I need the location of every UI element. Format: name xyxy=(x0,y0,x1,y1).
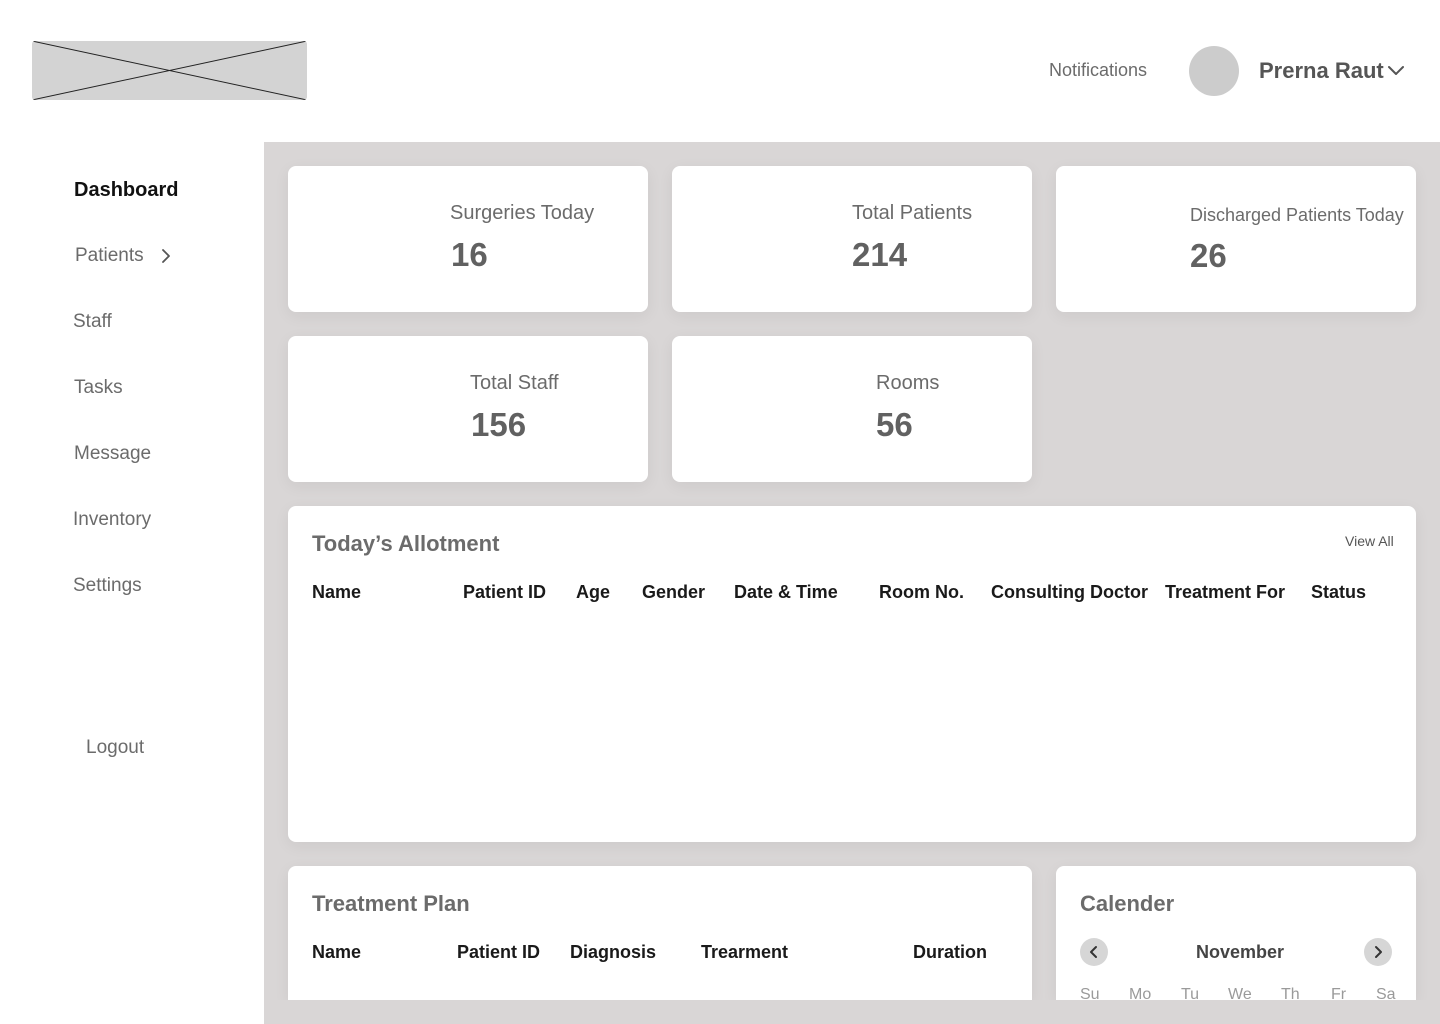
weekday-label: Mo xyxy=(1129,986,1152,1000)
image-placeholder-icon xyxy=(32,41,307,100)
column-header-age[interactable]: Age xyxy=(576,582,610,603)
avatar[interactable] xyxy=(1189,46,1239,96)
sidebar-item-inventory[interactable]: Inventory xyxy=(73,509,151,531)
weekday-label: Th xyxy=(1281,986,1300,1000)
weekday-label: Sa xyxy=(1376,986,1396,1000)
stat-card-discharged[interactable]: Discharged Patients Today 26 xyxy=(1056,166,1416,312)
treatment-plan-title: Treatment Plan xyxy=(312,891,470,916)
chevron-down-icon[interactable] xyxy=(1386,62,1406,78)
bottom-edge xyxy=(264,1000,1440,1024)
stat-value: 16 xyxy=(451,236,488,273)
column-header-patient-id[interactable]: Patient ID xyxy=(457,942,540,963)
stat-label: Discharged Patients Today xyxy=(1190,205,1404,225)
stat-value: 156 xyxy=(471,406,527,443)
column-header-duration[interactable]: Duration xyxy=(913,942,987,963)
stat-label: Total Staff xyxy=(470,372,559,394)
weekday-label: Tu xyxy=(1181,986,1200,1000)
next-month-button[interactable] xyxy=(1364,938,1392,966)
logo-placeholder-image[interactable] xyxy=(32,41,307,100)
sidebar-item-tasks[interactable]: Tasks xyxy=(74,377,123,399)
column-header-gender[interactable]: Gender xyxy=(642,582,705,603)
previous-month-button[interactable] xyxy=(1080,938,1108,966)
weekday-label: Su xyxy=(1080,986,1100,1000)
column-header-status[interactable]: Status xyxy=(1311,582,1366,603)
main-content: Surgeries Today 16 Total Patients 214 Di… xyxy=(264,142,1440,1024)
weekday-label: Fr xyxy=(1331,986,1347,1000)
chevron-left-icon xyxy=(1090,946,1097,958)
user-name[interactable]: Prerna Raut xyxy=(1259,58,1384,84)
stat-label: Rooms xyxy=(876,372,940,394)
treatment-plan-panel: Treatment Plan Name Patient ID Diagnosis… xyxy=(288,866,1032,1000)
calendar-month: November xyxy=(1196,942,1285,962)
stat-value: 214 xyxy=(852,236,908,273)
stat-value: 56 xyxy=(876,406,913,443)
sidebar-item-staff[interactable]: Staff xyxy=(73,311,112,333)
column-header-name[interactable]: Name xyxy=(312,582,361,603)
column-header-diagnosis[interactable]: Diagnosis xyxy=(570,942,656,963)
column-header-name[interactable]: Name xyxy=(312,942,361,963)
stat-value: 26 xyxy=(1190,237,1227,274)
chevron-right-icon xyxy=(1375,946,1382,958)
sidebar-item-message[interactable]: Message xyxy=(74,443,151,465)
allotment-title: Today’s Allotment xyxy=(312,531,500,556)
allotment-panel: Today’s Allotment View All Name Patient … xyxy=(288,506,1416,842)
calendar-panel: Calender November Su Mo Tu We Th Fr Sa xyxy=(1056,866,1416,1000)
column-header-date-time[interactable]: Date & Time xyxy=(734,582,838,603)
column-header-consulting-doctor[interactable]: Consulting Doctor xyxy=(991,582,1148,603)
column-header-treatment-for[interactable]: Treatment For xyxy=(1165,582,1285,603)
calendar-title: Calender xyxy=(1080,891,1175,916)
weekday-label: We xyxy=(1228,986,1252,1000)
stat-card-total-patients[interactable]: Total Patients 214 xyxy=(672,166,1032,312)
notifications-link[interactable]: Notifications xyxy=(1049,60,1147,81)
column-header-patient-id[interactable]: Patient ID xyxy=(463,582,546,603)
sidebar-item-dashboard[interactable]: Dashboard xyxy=(74,179,178,202)
view-all-link[interactable]: View All xyxy=(1345,533,1394,549)
chevron-right-icon[interactable] xyxy=(160,248,172,264)
stat-card-total-staff[interactable]: Total Staff 156 xyxy=(288,336,648,482)
stat-card-rooms[interactable]: Rooms 56 xyxy=(672,336,1032,482)
column-header-room-no[interactable]: Room No. xyxy=(879,582,964,603)
stat-card-surgeries[interactable]: Surgeries Today 16 xyxy=(288,166,648,312)
stat-label: Total Patients xyxy=(852,202,973,224)
column-header-treatment[interactable]: Trearment xyxy=(701,942,788,963)
sidebar-item-patients[interactable]: Patients xyxy=(75,245,144,267)
stat-label: Surgeries Today xyxy=(450,202,595,224)
sidebar: Dashboard Patients Staff Tasks Message I… xyxy=(0,142,264,1024)
top-header: Notifications Prerna Raut xyxy=(0,0,1440,142)
sidebar-item-settings[interactable]: Settings xyxy=(73,575,142,597)
logout-link[interactable]: Logout xyxy=(86,737,144,759)
